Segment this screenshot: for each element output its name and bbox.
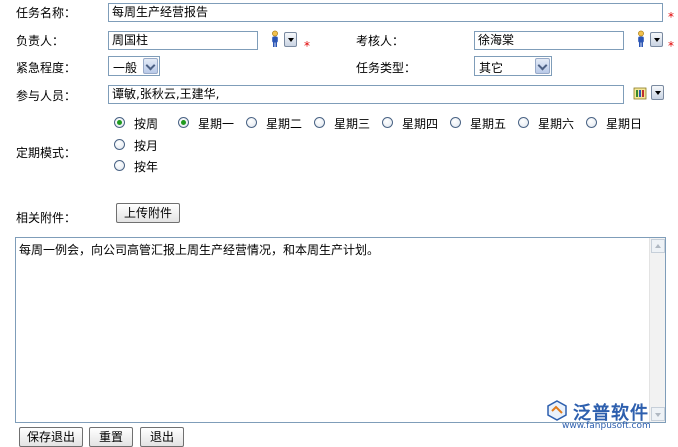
- schedule-label: 定期模式：: [16, 146, 77, 160]
- weekday-label: 星期一: [198, 117, 235, 131]
- task-type-select[interactable]: 其它: [474, 56, 552, 76]
- radio-mode-monthly[interactable]: [114, 139, 125, 150]
- required-mark: *: [304, 39, 310, 53]
- description-textarea[interactable]: 每周一例会，向公司高管汇报上周生产经营情况，和本周生产计划。: [15, 237, 666, 423]
- required-mark: *: [668, 39, 674, 53]
- radio-mode-yearly[interactable]: [114, 160, 125, 171]
- person-picker-icon[interactable]: [270, 30, 280, 48]
- participants-dropdown-button[interactable]: [651, 85, 664, 100]
- reviewer-dropdown-button[interactable]: [650, 32, 663, 47]
- reset-button[interactable]: 重置: [89, 427, 133, 447]
- weekday-label: 星期四: [402, 117, 439, 131]
- reviewer-input[interactable]: 徐海棠: [474, 31, 624, 50]
- required-mark: *: [668, 10, 674, 24]
- urgency-label: 紧急程度：: [16, 61, 77, 75]
- weekday-label: 星期日: [606, 117, 643, 131]
- brand-logo-icon: [547, 400, 567, 421]
- task-name-label: 任务名称：: [16, 6, 77, 20]
- urgency-selected-value: 一般: [113, 61, 138, 75]
- weekday-label: 星期二: [266, 117, 303, 131]
- weekday-label: 星期三: [334, 117, 371, 131]
- chevron-down-icon[interactable]: [535, 58, 550, 74]
- task-name-input[interactable]: 每周生产经营报告: [108, 3, 663, 22]
- save-exit-button[interactable]: 保存退出: [19, 427, 83, 447]
- radio-weekday-monday[interactable]: [178, 117, 189, 128]
- chevron-down-icon[interactable]: [143, 58, 158, 74]
- radio-mode-yearly-label: 按年: [134, 160, 159, 174]
- owner-label: 负责人：: [16, 34, 65, 48]
- owner-dropdown-button[interactable]: [284, 32, 297, 47]
- upload-attachment-button[interactable]: 上传附件: [116, 203, 180, 223]
- weekday-label: 星期五: [470, 117, 507, 131]
- radio-mode-monthly-label: 按月: [134, 139, 159, 153]
- brand-url: www.fanpusoft.com: [562, 421, 651, 431]
- radio-weekday-sunday[interactable]: [586, 117, 597, 128]
- task-type-selected-value: 其它: [479, 61, 504, 75]
- scroll-down-icon[interactable]: [651, 407, 665, 421]
- participants-label: 参与人员：: [16, 89, 77, 103]
- person-picker-icon[interactable]: [636, 30, 646, 48]
- reviewer-label: 考核人：: [356, 34, 405, 48]
- urgency-select[interactable]: 一般: [108, 56, 160, 76]
- participants-picker-icon[interactable]: [633, 86, 647, 100]
- participants-input[interactable]: 谭敏,张秋云,王建华,: [108, 85, 624, 104]
- attachment-label: 相关附件：: [16, 211, 77, 225]
- weekday-label: 星期六: [538, 117, 575, 131]
- radio-weekday-saturday[interactable]: [518, 117, 529, 128]
- radio-weekday-wednesday[interactable]: [314, 117, 325, 128]
- radio-mode-weekly[interactable]: [114, 117, 125, 128]
- task-type-label: 任务类型：: [356, 61, 417, 75]
- radio-mode-weekly-label: 按周: [134, 117, 159, 131]
- scroll-up-icon[interactable]: [651, 239, 665, 253]
- vertical-scrollbar[interactable]: [649, 238, 665, 422]
- description-text: 每周一例会，向公司高管汇报上周生产经营情况，和本周生产计划。: [19, 243, 380, 257]
- owner-input[interactable]: 周国柱: [108, 31, 258, 50]
- exit-button[interactable]: 退出: [140, 427, 184, 447]
- radio-weekday-thursday[interactable]: [382, 117, 393, 128]
- radio-weekday-friday[interactable]: [450, 117, 461, 128]
- radio-weekday-tuesday[interactable]: [246, 117, 257, 128]
